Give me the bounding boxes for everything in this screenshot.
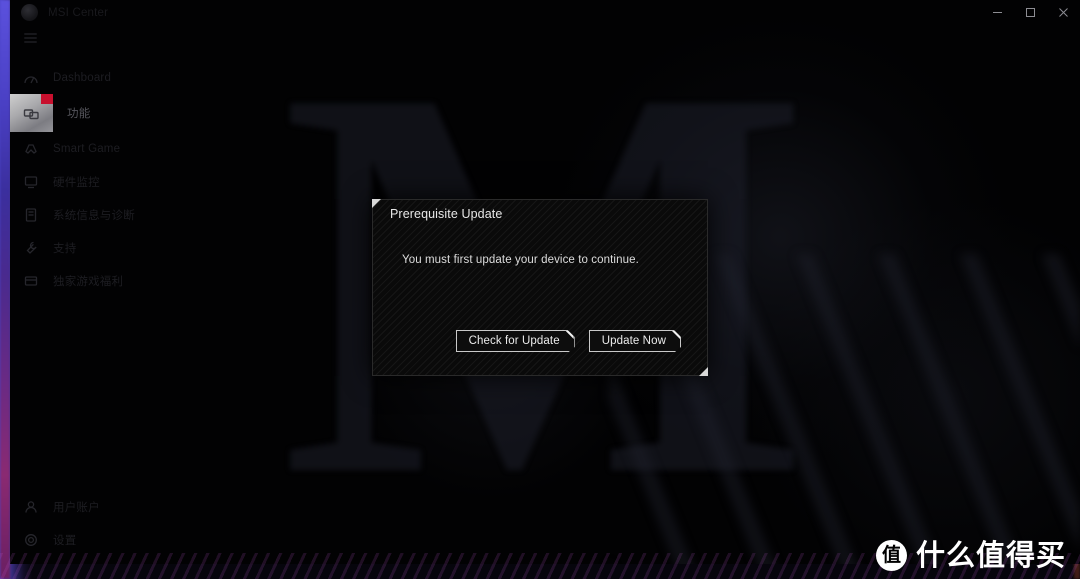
user-account-icon bbox=[20, 496, 42, 518]
window-title: MSI Center bbox=[48, 6, 109, 19]
dialog-action-buttons: Check for Update Update Now bbox=[456, 330, 681, 352]
smzdm-watermark: 值 什么值得买 bbox=[875, 538, 1066, 572]
notification-badge bbox=[41, 94, 53, 104]
features-grid-icon bbox=[10, 94, 53, 132]
system-info-icon bbox=[20, 204, 42, 226]
button-corner-accent bbox=[672, 331, 680, 339]
smart-game-icon bbox=[20, 138, 42, 160]
application-window: M MSI Center bbox=[10, 0, 1080, 564]
dialog-corner-notch-top-left bbox=[372, 199, 381, 208]
sidebar-item-user-account[interactable]: 用户账户 bbox=[10, 490, 140, 523]
dialog-corner-notch-bottom-right bbox=[699, 367, 708, 376]
watermark-text: 什么值得买 bbox=[915, 538, 1066, 572]
sidebar-item-label: Smart Game bbox=[53, 142, 121, 155]
sidebar-item-label: 功能 bbox=[67, 108, 91, 120]
prerequisite-update-dialog: Prerequisite Update You must first updat… bbox=[372, 199, 708, 376]
desktop-background: M MSI Center bbox=[0, 0, 1080, 579]
hamburger-menu-icon[interactable] bbox=[10, 25, 140, 51]
sidebar-bottom-items: 用户账户 设置 bbox=[10, 490, 140, 556]
hardware-monitor-icon bbox=[20, 171, 42, 193]
window-controls bbox=[981, 0, 1080, 25]
sidebar-item-label: 独家游戏福利 bbox=[53, 275, 124, 288]
check-for-update-label: Check for Update bbox=[468, 335, 560, 347]
sidebar-item-label: 系统信息与诊断 bbox=[53, 209, 135, 222]
dialog-message: You must first update your device to con… bbox=[402, 254, 639, 266]
minimize-icon[interactable] bbox=[981, 0, 1014, 25]
gaming-perks-icon bbox=[20, 270, 42, 292]
dashboard-icon bbox=[20, 67, 42, 89]
ambient-left-glow bbox=[0, 0, 10, 579]
sidebar-navigation: Dashboard 功能 Smart Game 硬件监控 系统信息与诊断 支持 … bbox=[10, 25, 140, 564]
sidebar-item-dashboard[interactable]: Dashboard bbox=[10, 61, 140, 94]
sidebar-item-hardware-monitor[interactable]: 硬件监控 bbox=[10, 165, 140, 198]
update-now-label: Update Now bbox=[601, 335, 666, 347]
sidebar-item-label: 支持 bbox=[53, 242, 77, 255]
sidebar-item-label: Dashboard bbox=[53, 71, 112, 84]
sidebar-item-label: 设置 bbox=[53, 534, 77, 547]
check-for-update-button[interactable]: Check for Update bbox=[456, 330, 575, 352]
title-bar: MSI Center bbox=[10, 0, 1080, 25]
msi-dragon-logo-icon bbox=[21, 4, 38, 21]
close-icon[interactable] bbox=[1047, 0, 1080, 25]
sidebar-item-smart-game[interactable]: Smart Game bbox=[10, 132, 140, 165]
maximize-icon[interactable] bbox=[1014, 0, 1047, 25]
button-corner-accent bbox=[566, 331, 574, 339]
sidebar-item-label: 用户账户 bbox=[53, 501, 100, 514]
sidebar-item-support[interactable]: 支持 bbox=[10, 231, 140, 264]
update-now-button[interactable]: Update Now bbox=[589, 330, 681, 352]
sidebar-item-settings[interactable]: 设置 bbox=[10, 523, 140, 556]
sidebar-item-gaming-perks[interactable]: 独家游戏福利 bbox=[10, 264, 140, 297]
watermark-logo-icon: 值 bbox=[875, 540, 907, 571]
sidebar-item-system-info[interactable]: 系统信息与诊断 bbox=[10, 198, 140, 231]
sidebar-item-features[interactable]: 功能 bbox=[10, 94, 140, 132]
support-tools-icon bbox=[20, 237, 42, 259]
dialog-title: Prerequisite Update bbox=[390, 207, 503, 221]
sidebar-main-items: Dashboard 功能 Smart Game 硬件监控 系统信息与诊断 支持 … bbox=[10, 61, 140, 297]
settings-gear-icon bbox=[20, 529, 42, 551]
sidebar-item-label: 硬件监控 bbox=[53, 176, 100, 189]
